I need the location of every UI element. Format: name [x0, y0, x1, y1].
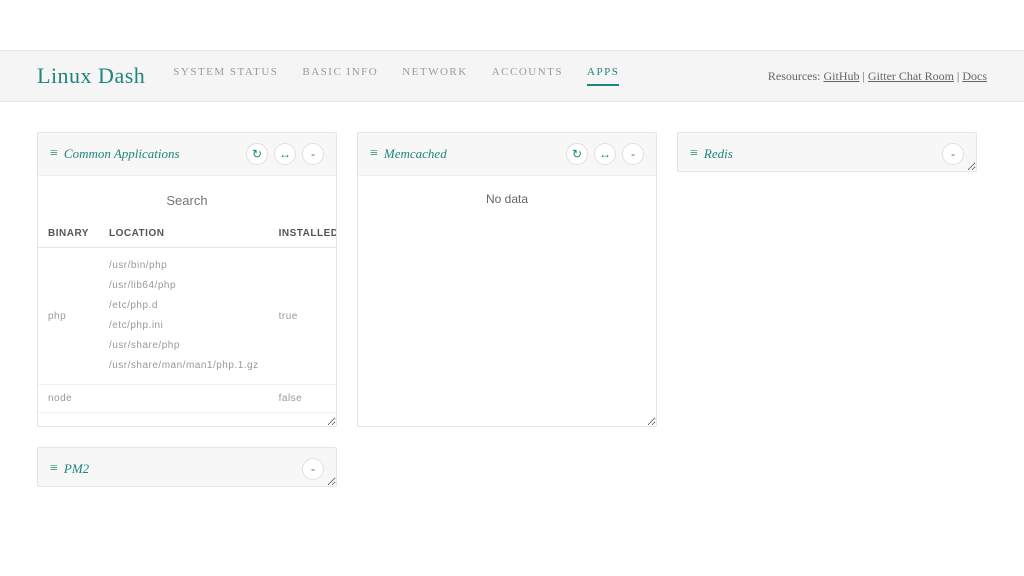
dashboard-content: ≡ Common Applications ↻ ↔ - BINARY LOCAT… [17, 132, 1007, 487]
col-location[interactable]: LOCATION [99, 220, 269, 248]
drag-icon[interactable]: ≡ [370, 146, 378, 162]
cell-binary: node [38, 385, 99, 413]
refresh-button[interactable]: ↻ [246, 143, 268, 165]
minimize-button[interactable]: - [622, 143, 644, 165]
tab-accounts[interactable]: ACCOUNTS [492, 66, 563, 86]
col-installed[interactable]: INSTALLED [269, 220, 336, 248]
card-title-text: PM2 [64, 461, 89, 477]
apps-table: BINARY LOCATION INSTALLED php /usr/bin/p… [38, 220, 336, 413]
tab-apps[interactable]: APPS [587, 66, 619, 86]
tab-basic-info[interactable]: BASIC INFO [302, 66, 378, 86]
table-row: php /usr/bin/php /usr/lib64/php /etc/php… [38, 248, 336, 385]
link-github[interactable]: GitHub [824, 69, 860, 83]
link-gitter[interactable]: Gitter Chat Room [868, 69, 954, 83]
tab-system-status[interactable]: SYSTEM STATUS [173, 66, 278, 86]
cell-location: /usr/bin/php /usr/lib64/php /etc/php.d /… [99, 248, 269, 385]
search-input[interactable] [50, 193, 324, 208]
expand-button[interactable]: ↔ [594, 143, 616, 165]
link-docs[interactable]: Docs [962, 69, 987, 83]
tab-network[interactable]: NETWORK [402, 66, 468, 86]
drag-icon[interactable]: ≡ [50, 461, 58, 477]
card-memcached: ≡ Memcached ↻ ↔ - No data [357, 132, 657, 427]
brand-title: Linux Dash [37, 63, 145, 89]
expand-button[interactable]: ↔ [274, 143, 296, 165]
minimize-button[interactable]: - [302, 143, 324, 165]
card-common-applications: ≡ Common Applications ↻ ↔ - BINARY LOCAT… [37, 132, 337, 427]
top-navbar: Linux Dash SYSTEM STATUS BASIC INFO NETW… [0, 50, 1024, 102]
minimize-button[interactable]: - [302, 458, 324, 480]
card-redis: ≡ Redis - [677, 132, 977, 172]
resources-links: Resources: GitHub | Gitter Chat Room | D… [768, 69, 987, 84]
card-pm2: ≡ PM2 - [37, 447, 337, 487]
drag-icon[interactable]: ≡ [690, 146, 698, 162]
resources-prefix: Resources: [768, 69, 824, 83]
minimize-button[interactable]: - [942, 143, 964, 165]
cell-binary: php [38, 248, 99, 385]
refresh-button[interactable]: ↻ [566, 143, 588, 165]
no-data-text: No data [358, 186, 656, 206]
card-title-text: Redis [704, 146, 733, 162]
card-title-text: Common Applications [64, 146, 180, 162]
card-title-text: Memcached [384, 146, 447, 162]
table-row: node false [38, 385, 336, 413]
cell-installed: false [269, 385, 336, 413]
nav-tabs: SYSTEM STATUS BASIC INFO NETWORK ACCOUNT… [173, 66, 619, 86]
col-binary[interactable]: BINARY [38, 220, 99, 248]
drag-icon[interactable]: ≡ [50, 146, 58, 162]
cell-installed: true [269, 248, 336, 385]
cell-location [99, 385, 269, 413]
sep: | [860, 69, 868, 83]
